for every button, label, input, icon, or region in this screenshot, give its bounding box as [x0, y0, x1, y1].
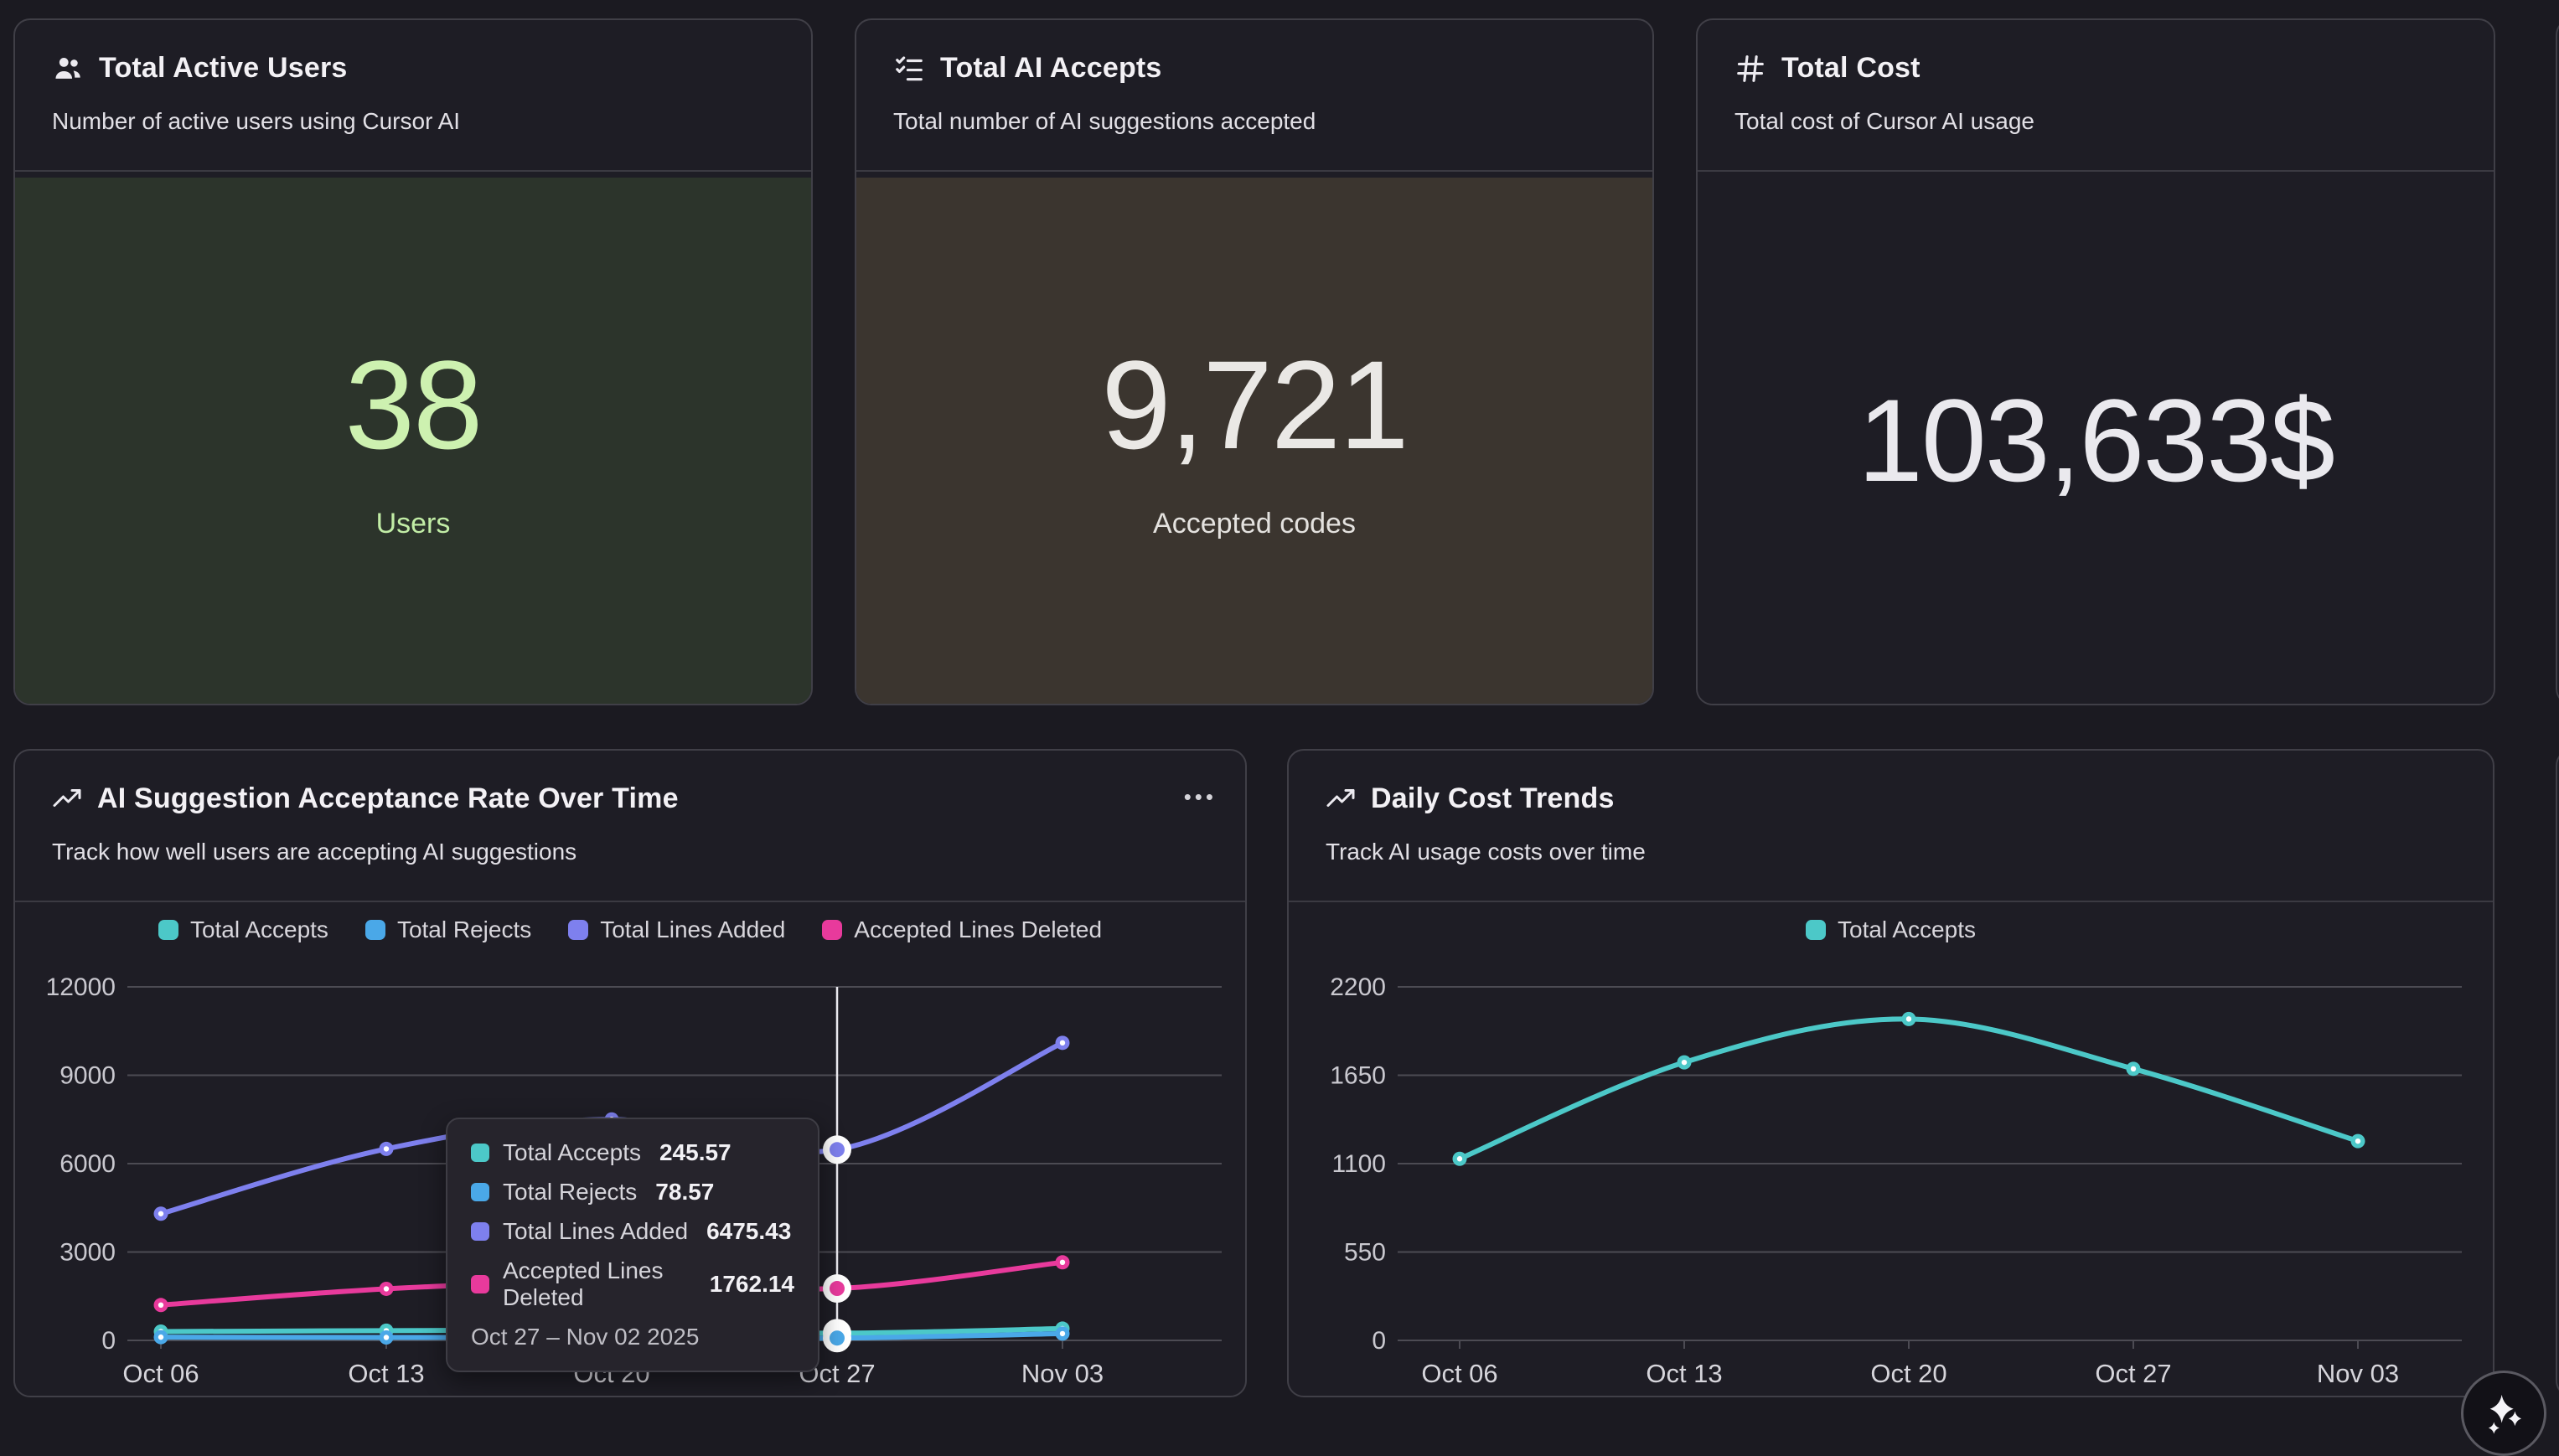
legend-label: Total Rejects — [397, 916, 531, 943]
tooltip-row: Accepted Lines Deleted 1762.14 — [471, 1257, 794, 1311]
trend-icon — [52, 784, 82, 814]
tooltip-swatch — [471, 1183, 489, 1201]
svg-text:0: 0 — [1372, 1327, 1386, 1355]
card-header: Daily Cost Trends Track AI usage costs o… — [1289, 751, 2493, 902]
svg-text:6000: 6000 — [59, 1150, 116, 1178]
trend-icon — [1326, 784, 1356, 814]
card-subtitle: Number of active users using Cursor AI — [52, 108, 774, 135]
tooltip-swatch — [471, 1222, 489, 1241]
card-title: AI Suggestion Acceptance Rate Over Time — [97, 782, 679, 815]
svg-text:0: 0 — [101, 1327, 116, 1355]
tooltip-swatch — [471, 1275, 489, 1293]
stat-body: 103,633$ — [1698, 178, 2494, 704]
hash-icon — [1734, 53, 1766, 85]
legend-swatch — [822, 920, 842, 940]
tooltip-row: Total Accepts 245.57 — [471, 1139, 794, 1166]
tooltip-label: Accepted Lines Deleted — [503, 1257, 691, 1311]
legend-swatch — [568, 920, 588, 940]
legend-item[interactable]: Accepted Lines Deleted — [822, 916, 1102, 943]
card-header: Total AI Accepts Total number of AI sugg… — [856, 20, 1652, 172]
card-header: AI Suggestion Acceptance Rate Over Time … — [15, 751, 1245, 902]
acceptance-rate-chart-card: AI Suggestion Acceptance Rate Over Time … — [13, 749, 1247, 1397]
svg-text:12000: 12000 — [46, 973, 116, 1001]
svg-text:Oct 20: Oct 20 — [1870, 1359, 1946, 1388]
tooltip-value: 245.57 — [659, 1139, 732, 1166]
partial-card-top — [2556, 18, 2559, 705]
stat-value: 38 — [345, 342, 482, 467]
legend-item[interactable]: Total Rejects — [365, 916, 531, 943]
card-subtitle: Total cost of Cursor AI usage — [1734, 108, 2457, 135]
tooltip-value: 78.57 — [655, 1179, 714, 1206]
svg-text:1100: 1100 — [1331, 1150, 1386, 1178]
card-header: Total Cost Total cost of Cursor AI usage — [1698, 20, 2494, 172]
tooltip-label: Total Lines Added — [503, 1218, 688, 1245]
legend-swatch — [1806, 920, 1826, 940]
tooltip-row: Total Lines Added 6475.43 — [471, 1218, 794, 1245]
legend-label: Accepted Lines Deleted — [854, 916, 1102, 943]
legend-swatch — [158, 920, 178, 940]
legend-swatch — [365, 920, 385, 940]
svg-text:Oct 27: Oct 27 — [2095, 1359, 2171, 1388]
svg-text:9000: 9000 — [59, 1062, 116, 1090]
legend-item[interactable]: Total Lines Added — [568, 916, 785, 943]
cost-chart-canvas[interactable]: 0 550 1100 1650 2200 Oct 06 Oct 13 Oct 20 Oct 27… — [1289, 952, 2494, 1397]
tooltip-date-range: Oct 27 – Nov 02 2025 — [471, 1324, 794, 1350]
chart-legend: Total Accepts — [1289, 916, 2493, 943]
svg-text:Oct 06: Oct 06 — [122, 1359, 199, 1388]
svg-text:Nov 03: Nov 03 — [2317, 1359, 2399, 1388]
tooltip-row: Total Rejects 78.57 — [471, 1179, 794, 1206]
ai-assistant-button[interactable] — [2461, 1371, 2546, 1456]
chart-tooltip: Total Accepts245.57Total Rejects78.57Tot… — [446, 1118, 819, 1372]
svg-text:3000: 3000 — [59, 1239, 116, 1267]
svg-text:Nov 03: Nov 03 — [1021, 1359, 1104, 1388]
card-subtitle: Track how well users are accepting AI su… — [52, 839, 1208, 865]
svg-text:Oct 06: Oct 06 — [1421, 1359, 1497, 1388]
total-ai-accepts-card: Total AI Accepts Total number of AI sugg… — [855, 18, 1654, 705]
stat-value-label: Users — [376, 508, 451, 540]
legend-item[interactable]: Total Accepts — [158, 916, 328, 943]
svg-text:Oct 13: Oct 13 — [1646, 1359, 1722, 1388]
partial-card-bottom — [2556, 749, 2559, 1397]
total-cost-card: Total Cost Total cost of Cursor AI usage… — [1696, 18, 2495, 705]
stat-value: 9,721 — [1101, 342, 1407, 467]
checklist-icon — [893, 53, 925, 85]
tooltip-label: Total Rejects — [503, 1179, 637, 1206]
card-title: Total Active Users — [99, 52, 348, 85]
svg-text:550: 550 — [1344, 1239, 1386, 1267]
card-title: Total AI Accepts — [940, 52, 1162, 85]
dashboard-page: { "page": { "bg": "#1b1a21", "card_bg": … — [0, 0, 2559, 1428]
tooltip-swatch — [471, 1144, 489, 1162]
chart-legend: Total Accepts Total Rejects Total Lines Ad… — [15, 916, 1245, 943]
legend-label: Total Accepts — [190, 916, 328, 943]
stat-body: 9,721 Accepted codes — [856, 178, 1652, 704]
tooltip-value: 1762.14 — [710, 1271, 794, 1298]
tooltip-value: 6475.43 — [706, 1218, 791, 1245]
svg-text:Oct 13: Oct 13 — [348, 1359, 424, 1388]
stat-value-label: Accepted codes — [1153, 508, 1356, 540]
legend-label: Total Lines Added — [600, 916, 785, 943]
legend-item[interactable]: Total Accepts — [1806, 916, 1976, 943]
card-header: Total Active Users Number of active user… — [15, 20, 811, 172]
card-menu-button[interactable]: ••• — [1184, 786, 1217, 808]
users-icon — [52, 53, 84, 85]
svg-text:2200: 2200 — [1330, 973, 1386, 1001]
daily-cost-trends-chart-card: Daily Cost Trends Track AI usage costs o… — [1287, 749, 2494, 1397]
legend-label: Total Accepts — [1838, 916, 1976, 943]
card-subtitle: Track AI usage costs over time — [1326, 839, 2456, 865]
card-title: Total Cost — [1781, 52, 1921, 85]
total-active-users-card: Total Active Users Number of active user… — [13, 18, 813, 705]
tooltip-label: Total Accepts — [503, 1139, 641, 1166]
card-title: Daily Cost Trends — [1371, 782, 1615, 815]
card-subtitle: Total number of AI suggestions accepted — [893, 108, 1616, 135]
sparkles-icon — [2480, 1390, 2527, 1437]
stat-body: 38 Users — [15, 178, 811, 704]
svg-text:1650: 1650 — [1330, 1062, 1386, 1090]
stat-value: 103,633$ — [1858, 382, 2334, 499]
